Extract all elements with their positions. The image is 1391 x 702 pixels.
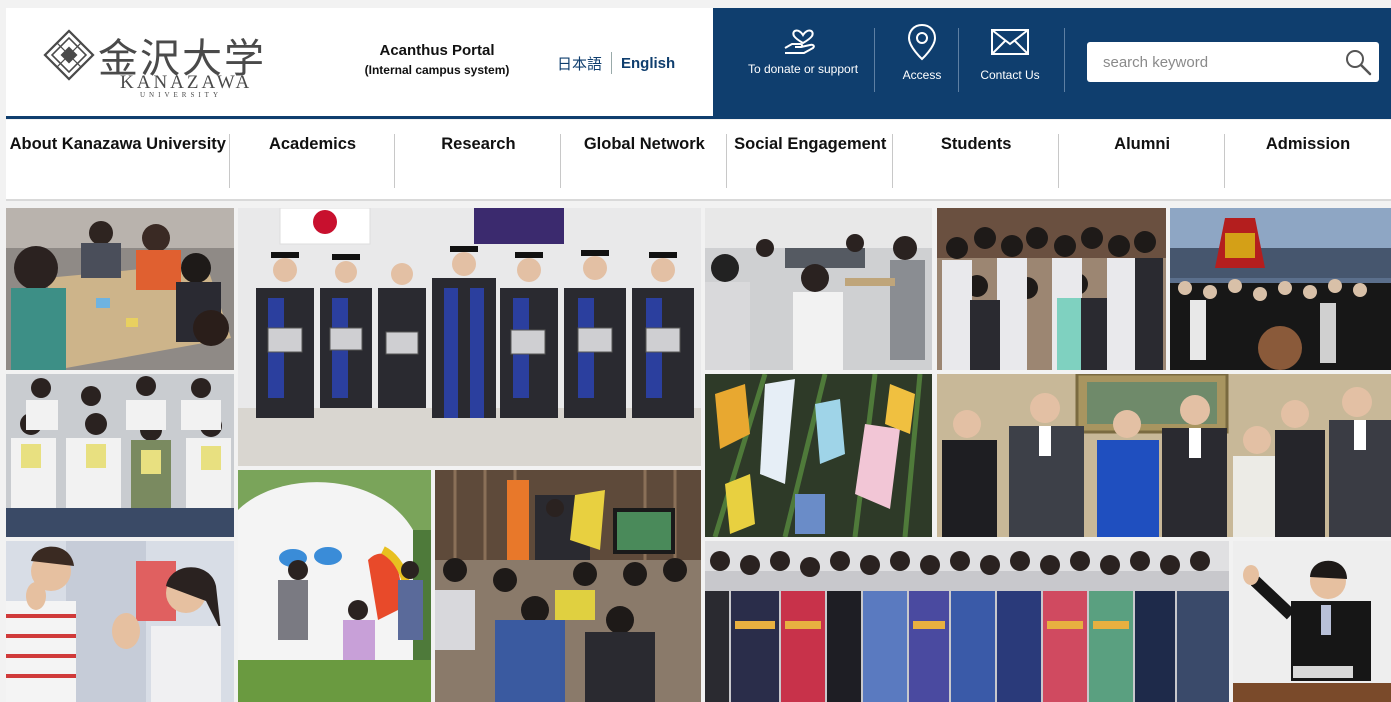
language-divider — [611, 52, 613, 74]
envelope-icon — [991, 29, 1029, 55]
nav-item-label: Social Engagement — [734, 135, 887, 153]
header-divider — [6, 116, 1391, 119]
photo-mosaic — [6, 208, 1391, 702]
university-logo[interactable]: 金沢大学 KANAZAWA UNIVERSITY — [42, 26, 272, 100]
photo-tile-yukata-group[interactable] — [705, 541, 1229, 702]
nav-item-label: Admission — [1265, 135, 1351, 153]
portal-title: Acanthus Portal — [379, 42, 495, 59]
nav-item-alumni[interactable]: Alumni — [1059, 120, 1226, 199]
language-switcher: 日本語 English — [557, 52, 675, 74]
nav-item-label: Academics — [268, 135, 357, 153]
photo-tile-presenter[interactable] — [1233, 541, 1391, 702]
photo-tile-painting-dome[interactable] — [238, 470, 431, 702]
photo-tile-seminar-classroom[interactable] — [705, 208, 932, 370]
photo-tile-students-waving[interactable] — [6, 541, 234, 702]
nav-item-admission[interactable]: Admission — [1225, 120, 1391, 199]
photo-tile-officials[interactable] — [937, 374, 1391, 537]
access-link[interactable]: Access — [882, 22, 962, 102]
nav-item-social-engagement[interactable]: Social Engagement — [727, 120, 894, 199]
photo-tile-students-cards[interactable] — [6, 374, 234, 537]
photo-tile-students-workshop[interactable] — [6, 208, 234, 370]
logo-roman-subtext: UNIVERSITY — [140, 91, 222, 99]
photo-tile-group-students[interactable] — [937, 208, 1166, 370]
nav-item-about[interactable]: About Kanazawa University — [6, 120, 230, 199]
map-pin-icon — [907, 23, 937, 61]
nav-item-global-network[interactable]: Global Network — [561, 120, 728, 199]
portal-subtitle: (Internal campus system) — [364, 63, 510, 77]
header-link-divider — [874, 28, 875, 92]
nav-item-students[interactable]: Students — [893, 120, 1060, 199]
acanthus-portal-link[interactable]: Acanthus Portal (Internal campus system) — [342, 42, 532, 77]
search-box — [1087, 42, 1379, 82]
search-input[interactable] — [1087, 42, 1327, 82]
nav-item-label: Students — [940, 135, 1012, 153]
photo-tile-graduation-ceremony[interactable] — [238, 208, 701, 466]
donate-support-label: To donate or support — [747, 62, 859, 76]
contact-us-link[interactable]: Contact Us — [966, 22, 1054, 102]
main-navigation: About Kanazawa University Academics Rese… — [6, 120, 1391, 201]
header-link-divider — [958, 28, 959, 92]
site-header: 金沢大学 KANAZAWA UNIVERSITY Acanthus Portal… — [6, 8, 1391, 120]
university-emblem-icon — [43, 29, 95, 81]
photo-tile-festival[interactable] — [1170, 208, 1391, 370]
access-label: Access — [902, 68, 942, 82]
donate-support-link[interactable]: To donate or support — [728, 22, 878, 102]
nav-item-label: Global Network — [583, 135, 705, 153]
search-icon[interactable] — [1343, 47, 1373, 77]
nav-item-label: Alumni — [1114, 135, 1171, 153]
language-english-link[interactable]: English — [621, 55, 675, 72]
language-japanese-link[interactable]: 日本語 — [557, 53, 602, 74]
header-link-divider — [1064, 28, 1065, 92]
nav-item-label: About Kanazawa University — [9, 135, 226, 153]
heart-hand-icon — [784, 29, 815, 54]
nav-item-research[interactable]: Research — [395, 120, 562, 199]
nav-item-academics[interactable]: Academics — [230, 120, 396, 199]
contact-us-label: Contact Us — [980, 68, 1040, 82]
photo-tile-tanabata[interactable] — [705, 374, 932, 537]
nav-item-label: Research — [441, 135, 516, 153]
photo-tile-lecture-hall[interactable] — [435, 470, 701, 702]
